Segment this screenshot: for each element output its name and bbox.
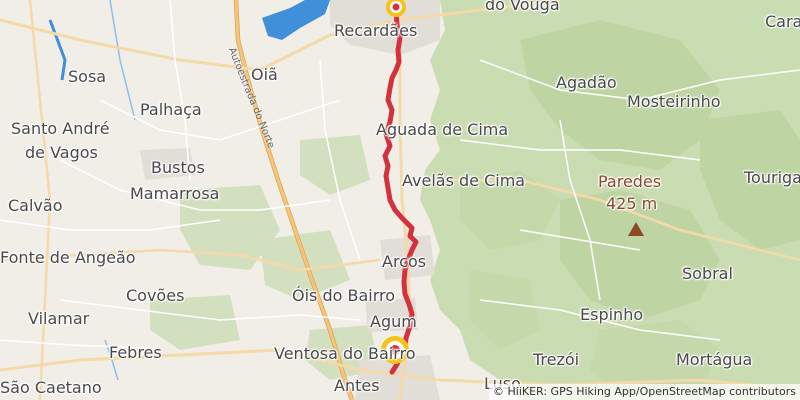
place-label: Febres [109, 343, 162, 362]
place-label: Arcos [382, 252, 427, 271]
place-label: Touriga [744, 168, 800, 187]
place-label: Mosteirinho [627, 92, 721, 111]
place-label: Recardães [334, 21, 418, 40]
place-label: Vilamar [28, 309, 90, 328]
map-base-layer [0, 0, 800, 400]
place-label: Aguada de Cima [376, 120, 509, 139]
peak-elevation-label: 425 m [606, 194, 658, 213]
place-label: Covões [126, 286, 185, 305]
place-label: Fonte de Angeão [0, 248, 136, 267]
place-label: Agum [370, 312, 417, 331]
place-label: Calvão [8, 196, 63, 215]
place-label: Mortágua [676, 350, 753, 369]
map-view[interactable]: Recardães do Vouga Cara Sosa Oiã Agadão … [0, 0, 800, 400]
place-label: Palhaça [140, 100, 202, 119]
place-label: Sobral [682, 264, 733, 283]
place-label: Ventosa do Bairro [274, 344, 416, 363]
place-label: Trezói [533, 350, 580, 369]
peak-name-label: Paredes [598, 172, 662, 191]
place-label: Santo André [11, 119, 110, 138]
place-label: São Caetano [0, 378, 102, 397]
place-label: Óis do Bairro [292, 286, 396, 305]
place-label: Agadão [556, 73, 617, 92]
place-label: do Vouga [485, 0, 560, 14]
place-label: Cara [765, 12, 800, 31]
place-label: de Vagos [25, 143, 98, 162]
place-label: Mamarrosa [130, 184, 220, 203]
place-label: Antes [334, 376, 380, 395]
place-label: Bustos [151, 158, 205, 177]
place-label: Sosa [68, 67, 107, 86]
map-attribution[interactable]: © HiiKER: GPS Hiking App/OpenStreetMap c… [489, 384, 800, 400]
place-label: Avelãs de Cima [402, 171, 526, 190]
place-label: Oiã [251, 65, 278, 84]
place-label: Espinho [580, 305, 644, 324]
